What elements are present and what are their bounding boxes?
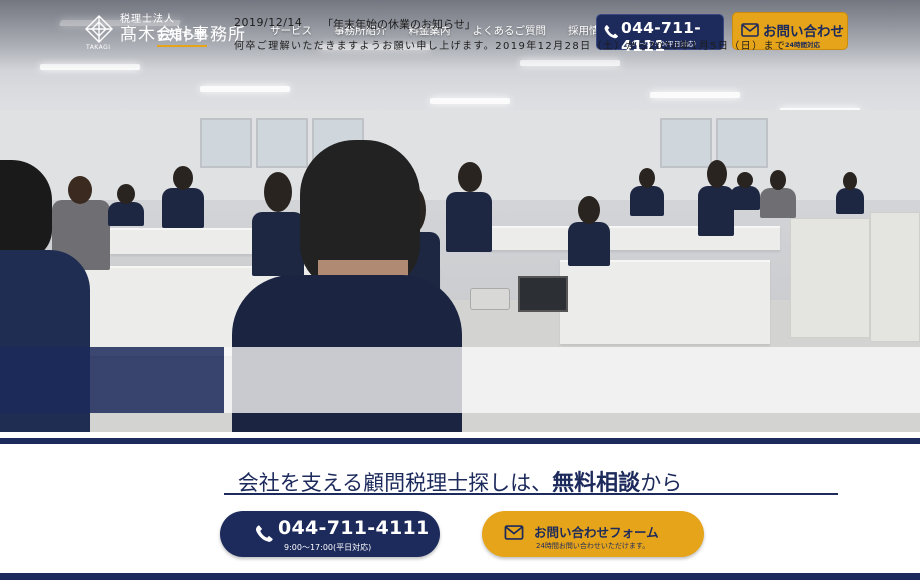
cta-tel-number: 044-711-4111 [278, 517, 430, 539]
desk [480, 226, 780, 250]
logo-diamond-icon [85, 15, 113, 43]
header-contact-sub: 24時間対応 [785, 41, 821, 49]
news-label-panel [0, 347, 224, 413]
cta-heading-post: から [640, 471, 683, 495]
cta-underline [224, 493, 838, 495]
desk-phone [470, 288, 510, 310]
person [760, 170, 796, 218]
cabinet [870, 212, 920, 342]
window [716, 118, 768, 168]
desk-monitor [518, 276, 568, 312]
envelope-icon [504, 525, 524, 540]
phone-icon [256, 525, 273, 542]
person [836, 172, 864, 214]
logo-mark-icon: TAKAGI [84, 14, 114, 51]
news-date: 2019/12/14 [234, 16, 303, 29]
cta-contact-label: お問い合わせフォーム [534, 525, 659, 540]
cta-tel-hours: 9:00〜17:00(平日対応) [284, 543, 372, 552]
cta-contact-form-button[interactable]: お問い合わせフォーム 24時間お問い合わせいただけます。 [482, 511, 704, 557]
person [568, 196, 610, 266]
news-label[interactable]: お知らせ [157, 24, 207, 47]
person [162, 166, 204, 228]
person [630, 168, 664, 216]
envelope-icon [741, 23, 759, 37]
window [256, 118, 308, 168]
person [446, 162, 492, 252]
news-bar [0, 347, 920, 413]
logo-sub-text: TAKAGI [86, 44, 111, 51]
footer-band [0, 573, 920, 580]
nav-item-faq[interactable]: よくあるご質問 [473, 23, 547, 38]
ceiling-light [650, 92, 740, 98]
cta-section [0, 444, 920, 574]
cta-contact-sub: 24時間お問い合わせいただけます。 [536, 542, 650, 550]
news-body-panel [224, 347, 920, 413]
site-header: TAKAGI 税理士法人 髙木会計事務所 サービス 事務所紹介 料金案内 よくあ… [0, 0, 920, 64]
person [108, 184, 144, 226]
cta-heading-pre: 会社を支える顧問税理士探しは、 [237, 471, 553, 495]
person [252, 172, 304, 276]
cta-tel-button[interactable]: 044-711-4111 9:00〜17:00(平日対応) [220, 511, 440, 557]
ceiling-light [430, 98, 510, 104]
person [730, 172, 760, 210]
desk [560, 260, 770, 344]
news-title-link[interactable]: 「年末年始の休業のお知らせ」 [322, 16, 476, 32]
news-text: 何卒ご理解いただきますようお願い申し上げます。2019年12月28日（土）から2… [234, 41, 787, 52]
ceiling-light [200, 86, 290, 92]
person [698, 160, 734, 236]
window [200, 118, 252, 168]
window [660, 118, 712, 168]
cabinet [790, 218, 870, 338]
